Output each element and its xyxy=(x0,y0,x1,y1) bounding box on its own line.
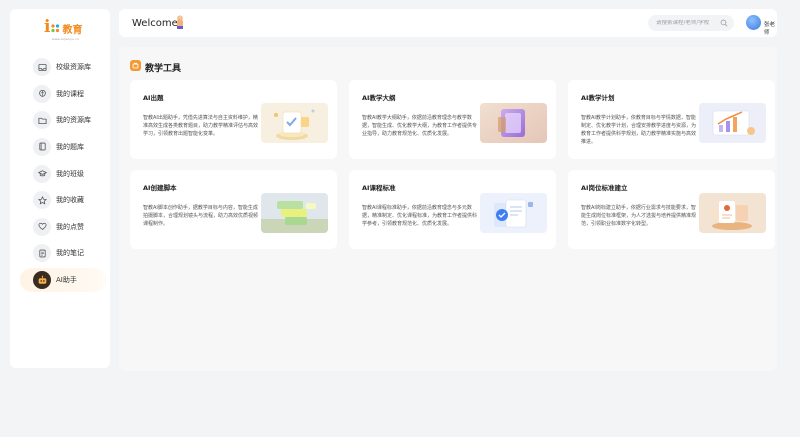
logo-subtitle: www.aijiaoyu.cn xyxy=(52,37,80,41)
sidebar-item-label: AI助手 xyxy=(56,276,77,285)
sidebar-item-label: 我的课程 xyxy=(56,89,84,98)
sidebar-item-label: 我的笔记 xyxy=(56,249,84,258)
sidebar-item-label: 我的收藏 xyxy=(56,196,84,205)
robot-icon xyxy=(33,271,51,290)
card-description: 智教AI岗标建立助手，依据行业需求与技能要求，智能生成岗位标准框架，为人才选拔与… xyxy=(581,205,697,227)
sidebar-item-my-resources[interactable]: 我的资源库 xyxy=(20,108,106,132)
logo-mark: i xyxy=(44,17,51,37)
sidebar-item-my-favorites[interactable]: 我的收藏 xyxy=(20,188,106,212)
card-title: AI教学大纲 xyxy=(362,94,396,102)
sidebar-item-my-notes[interactable]: 我的笔记 xyxy=(20,241,106,265)
sidebar-item-my-courses[interactable]: 我的课程 xyxy=(20,82,106,106)
notes-icon xyxy=(33,244,51,263)
card-description: 智教AI教学大纲助手，依据前沿教育理念与教学数据，智能生成、优化教学大纲，为教育… xyxy=(362,115,478,137)
book-icon xyxy=(33,137,51,156)
search-box xyxy=(648,15,734,31)
sidebar-item-my-likes[interactable]: 我的点赞 xyxy=(20,215,106,239)
waving-hand-icon xyxy=(177,15,183,29)
job-badge-illustration xyxy=(699,193,766,233)
search-input[interactable] xyxy=(656,20,716,26)
sidebar-item-my-classes[interactable]: 我的班级 xyxy=(20,162,106,186)
tool-card-ai-teaching-plan[interactable]: AI教学计划 智教AI教学计划助手，依教育目标与学情数据，智能制定、优化教学计划… xyxy=(568,80,775,159)
sidebar-item-my-question-bank[interactable]: 我的题库 xyxy=(20,135,106,159)
sidebar-item-label: 校级资源库 xyxy=(56,63,91,71)
search-icon[interactable] xyxy=(720,19,728,27)
logo-text: 教育 xyxy=(62,25,83,36)
section-title: 教学工具 xyxy=(145,64,182,74)
tool-card-ai-job-standard[interactable]: AI岗位标准建立 智教AI岗标建立助手，依据行业需求与技能要求，智能生成岗位标准… xyxy=(568,170,775,249)
tool-card-ai-exam[interactable]: AI出题 智教AI出题助手，凭借先进算法与自主资料维护，精准高效生成各类教育题目… xyxy=(130,80,337,159)
tool-card-ai-syllabus[interactable]: AI教学大纲 智教AI教学大纲助手，依据前沿教育理念与教学数据，智能生成、优化教… xyxy=(349,80,556,159)
sidebar-item-label: 我的班级 xyxy=(56,169,84,178)
card-title: AI岗位标准建立 xyxy=(581,184,628,192)
logo-dots-icon xyxy=(51,24,60,33)
graduation-cap-icon xyxy=(33,164,51,183)
sidebar-item-label: 我的题库 xyxy=(56,142,84,151)
card-description: 智教AI脚本创作助手，据教学目标与内容，智能生成拍摄脚本，合理规划镜头与流程，助… xyxy=(143,205,259,227)
tool-card-ai-course-standard[interactable]: AI课程标准 智教AI课程标准助手，依据前沿教育理念与多元数据，精准制定、优化课… xyxy=(349,170,556,249)
card-title: AI课程标准 xyxy=(362,184,396,192)
sidebar-item-school-library[interactable]: 校级资源库 xyxy=(20,55,106,79)
top-header: Welcome! 张老师 xyxy=(119,9,777,37)
card-title: AI教学计划 xyxy=(581,94,615,102)
card-description: 智教AI出题助手，凭借先进算法与自主资料维护，精准高效生成各类教育题目，助力教学… xyxy=(143,115,259,137)
sidebar-menu: 校级资源库 我的课程 我的资源库 我的题库 我的班级 我的收藏 我的点赞 我的笔… xyxy=(20,55,106,295)
sidebar-item-label: 我的点赞 xyxy=(56,222,84,231)
folder-icon xyxy=(33,111,51,130)
standard-docs-illustration xyxy=(480,193,547,233)
script-cards-illustration xyxy=(261,193,328,233)
avatar[interactable] xyxy=(746,15,761,30)
syllabus-cube-illustration xyxy=(480,103,547,143)
exam-paper-illustration xyxy=(261,103,328,143)
user-name[interactable]: 张老师 xyxy=(764,20,777,36)
card-description: 智教AI课程标准助手，依据前沿教育理念与多元数据，精准制定、优化课程标准，为教育… xyxy=(362,205,478,227)
card-title: AI创建脚本 xyxy=(143,184,177,192)
inbox-icon xyxy=(33,58,51,76)
brain-icon xyxy=(33,84,51,103)
toolbox-icon xyxy=(130,60,141,71)
growth-chart-illustration xyxy=(699,103,766,143)
sidebar-item-ai-assistant[interactable]: AI助手 xyxy=(20,268,106,293)
sidebar: i 教育 www.aijiaoyu.cn 校级资源库 我的课程 我的资源库 我的… xyxy=(10,9,110,368)
star-icon xyxy=(33,191,51,210)
heart-icon xyxy=(33,217,51,236)
tool-card-ai-script[interactable]: AI创建脚本 智教AI脚本创作助手，据教学目标与内容，智能生成拍摄脚本，合理规划… xyxy=(130,170,337,249)
card-title: AI出题 xyxy=(143,94,164,102)
card-description: 智教AI教学计划助手，依教育目标与学情数据，智能制定、优化教学计划，合理安排教学… xyxy=(581,115,697,145)
main-content: 教学工具 AI出题 智教AI出题助手，凭借先进算法与自主资料维护，精准高效生成各… xyxy=(119,47,777,371)
sidebar-item-label: 我的资源库 xyxy=(56,116,91,125)
